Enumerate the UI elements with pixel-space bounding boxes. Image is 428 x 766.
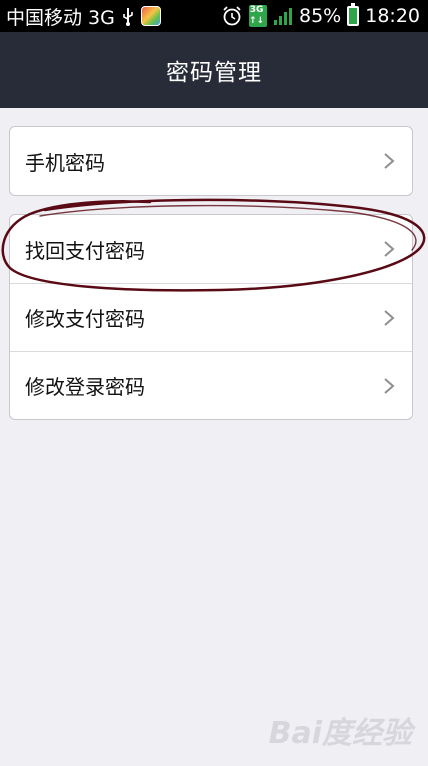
list-item-label: 修改登录密码 bbox=[25, 375, 145, 399]
battery-percentage: 85% bbox=[299, 5, 342, 27]
list-item-label: 修改支付密码 bbox=[25, 307, 145, 331]
list-item-change-login-password[interactable]: 修改登录密码 bbox=[10, 351, 412, 419]
list-item-label: 找回支付密码 bbox=[25, 238, 145, 263]
clock-time: 18:20 bbox=[365, 5, 420, 27]
alarm-icon bbox=[221, 5, 243, 27]
app-notification-icon bbox=[140, 6, 161, 26]
list-item-label: 手机密码 bbox=[25, 150, 105, 175]
signal-strength-icon bbox=[273, 6, 293, 26]
list-item-change-payment-password[interactable]: 修改支付密码 bbox=[10, 283, 412, 351]
chevron-right-icon bbox=[384, 309, 395, 326]
navigation-bar: 密码管理 bbox=[0, 32, 428, 108]
settings-group-payment: 找回支付密码 修改支付密码 修改登录密码 bbox=[9, 214, 413, 420]
chevron-right-icon bbox=[384, 241, 395, 257]
3g-network-icon: 3G ↑↓ bbox=[249, 5, 267, 27]
list-item-recover-payment-password[interactable]: 找回支付密码 bbox=[10, 215, 412, 283]
usb-icon bbox=[121, 6, 135, 26]
chevron-right-icon bbox=[384, 377, 395, 394]
list-item-phone-password[interactable]: 手机密码 bbox=[10, 127, 412, 195]
page-title: 密码管理 bbox=[166, 60, 262, 86]
chevron-right-icon bbox=[384, 153, 395, 169]
watermark-logo: Bai度经验 bbox=[268, 716, 412, 751]
settings-group-phone-password: 手机密码 bbox=[9, 126, 413, 196]
battery-charging-icon bbox=[347, 3, 360, 26]
status-bar: 中国移动 3G 3G ↑↓ 85% 18:20 bbox=[0, 0, 428, 32]
carrier-label: 中国移动 3G bbox=[6, 6, 115, 29]
